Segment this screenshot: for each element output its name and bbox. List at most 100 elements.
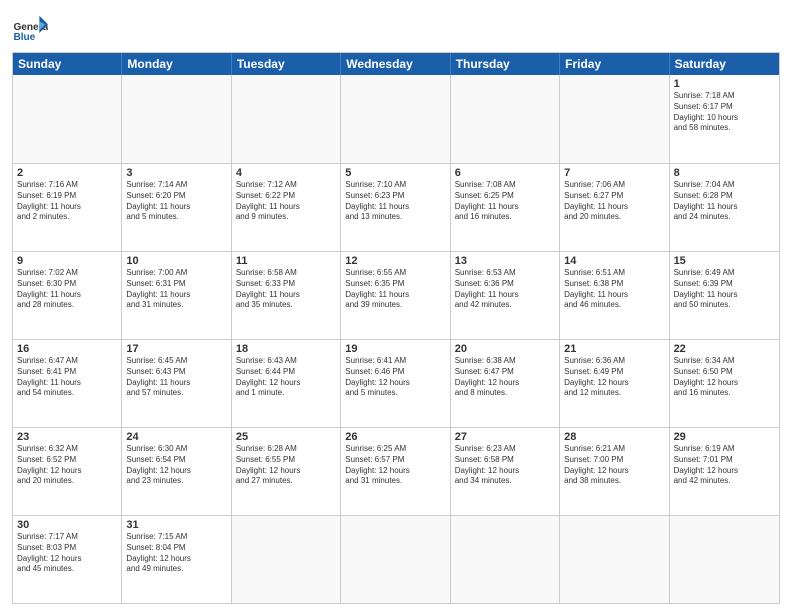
calendar-cell: 20Sunrise: 6:38 AMSunset: 6:47 PMDayligh…: [451, 340, 560, 427]
calendar-cell: [232, 516, 341, 603]
calendar-cell: 16Sunrise: 6:47 AMSunset: 6:41 PMDayligh…: [13, 340, 122, 427]
header-day-tuesday: Tuesday: [232, 53, 341, 75]
day-info: Sunrise: 6:55 AMSunset: 6:35 PMDaylight:…: [345, 268, 445, 311]
day-number: 9: [17, 255, 117, 267]
calendar-cell: 29Sunrise: 6:19 AMSunset: 7:01 PMDayligh…: [670, 428, 779, 515]
svg-text:Blue: Blue: [13, 32, 35, 43]
day-number: 21: [564, 343, 664, 355]
day-info: Sunrise: 6:21 AMSunset: 7:00 PMDaylight:…: [564, 444, 664, 487]
calendar-cell: [451, 516, 560, 603]
day-number: 30: [17, 519, 117, 531]
calendar-cell: [670, 516, 779, 603]
day-number: 26: [345, 431, 445, 443]
day-info: Sunrise: 7:02 AMSunset: 6:30 PMDaylight:…: [17, 268, 117, 311]
calendar-cell: [341, 75, 450, 163]
day-info: Sunrise: 7:17 AMSunset: 8:03 PMDaylight:…: [17, 532, 117, 575]
day-number: 6: [455, 167, 555, 179]
calendar-cell: [13, 75, 122, 163]
calendar-cell: 17Sunrise: 6:45 AMSunset: 6:43 PMDayligh…: [122, 340, 231, 427]
calendar-cell: 5Sunrise: 7:10 AMSunset: 6:23 PMDaylight…: [341, 164, 450, 251]
day-number: 25: [236, 431, 336, 443]
day-info: Sunrise: 6:19 AMSunset: 7:01 PMDaylight:…: [674, 444, 775, 487]
calendar-header: SundayMondayTuesdayWednesdayThursdayFrid…: [13, 53, 779, 75]
day-number: 16: [17, 343, 117, 355]
calendar-cell: [341, 516, 450, 603]
day-number: 4: [236, 167, 336, 179]
calendar-cell: 4Sunrise: 7:12 AMSunset: 6:22 PMDaylight…: [232, 164, 341, 251]
calendar-cell: [122, 75, 231, 163]
calendar-cell: 3Sunrise: 7:14 AMSunset: 6:20 PMDaylight…: [122, 164, 231, 251]
calendar-cell: 12Sunrise: 6:55 AMSunset: 6:35 PMDayligh…: [341, 252, 450, 339]
calendar-cell: 23Sunrise: 6:32 AMSunset: 6:52 PMDayligh…: [13, 428, 122, 515]
header-day-sunday: Sunday: [13, 53, 122, 75]
calendar-cell: 6Sunrise: 7:08 AMSunset: 6:25 PMDaylight…: [451, 164, 560, 251]
calendar-cell: 9Sunrise: 7:02 AMSunset: 6:30 PMDaylight…: [13, 252, 122, 339]
day-info: Sunrise: 6:41 AMSunset: 6:46 PMDaylight:…: [345, 356, 445, 399]
day-info: Sunrise: 6:30 AMSunset: 6:54 PMDaylight:…: [126, 444, 226, 487]
calendar-cell: [451, 75, 560, 163]
calendar-cell: 25Sunrise: 6:28 AMSunset: 6:55 PMDayligh…: [232, 428, 341, 515]
day-number: 23: [17, 431, 117, 443]
calendar-cell: 2Sunrise: 7:16 AMSunset: 6:19 PMDaylight…: [13, 164, 122, 251]
day-number: 18: [236, 343, 336, 355]
day-info: Sunrise: 7:15 AMSunset: 8:04 PMDaylight:…: [126, 532, 226, 575]
calendar-cell: 31Sunrise: 7:15 AMSunset: 8:04 PMDayligh…: [122, 516, 231, 603]
day-info: Sunrise: 6:32 AMSunset: 6:52 PMDaylight:…: [17, 444, 117, 487]
day-info: Sunrise: 6:28 AMSunset: 6:55 PMDaylight:…: [236, 444, 336, 487]
calendar: SundayMondayTuesdayWednesdayThursdayFrid…: [12, 52, 780, 604]
day-info: Sunrise: 7:00 AMSunset: 6:31 PMDaylight:…: [126, 268, 226, 311]
day-number: 17: [126, 343, 226, 355]
day-number: 12: [345, 255, 445, 267]
calendar-cell: 22Sunrise: 6:34 AMSunset: 6:50 PMDayligh…: [670, 340, 779, 427]
calendar-row-0: 1Sunrise: 7:18 AMSunset: 6:17 PMDaylight…: [13, 75, 779, 163]
calendar-cell: [560, 75, 669, 163]
calendar-cell: 15Sunrise: 6:49 AMSunset: 6:39 PMDayligh…: [670, 252, 779, 339]
day-number: 14: [564, 255, 664, 267]
calendar-cell: [560, 516, 669, 603]
calendar-row-3: 16Sunrise: 6:47 AMSunset: 6:41 PMDayligh…: [13, 339, 779, 427]
calendar-cell: 10Sunrise: 7:00 AMSunset: 6:31 PMDayligh…: [122, 252, 231, 339]
day-number: 19: [345, 343, 445, 355]
logo-icon: General Blue: [12, 10, 48, 46]
header-day-monday: Monday: [122, 53, 231, 75]
day-info: Sunrise: 7:06 AMSunset: 6:27 PMDaylight:…: [564, 180, 664, 223]
header-day-friday: Friday: [560, 53, 669, 75]
header-day-saturday: Saturday: [670, 53, 779, 75]
day-number: 13: [455, 255, 555, 267]
calendar-row-4: 23Sunrise: 6:32 AMSunset: 6:52 PMDayligh…: [13, 427, 779, 515]
calendar-cell: 30Sunrise: 7:17 AMSunset: 8:03 PMDayligh…: [13, 516, 122, 603]
day-info: Sunrise: 6:49 AMSunset: 6:39 PMDaylight:…: [674, 268, 775, 311]
calendar-cell: 13Sunrise: 6:53 AMSunset: 6:36 PMDayligh…: [451, 252, 560, 339]
calendar-row-2: 9Sunrise: 7:02 AMSunset: 6:30 PMDaylight…: [13, 251, 779, 339]
day-number: 31: [126, 519, 226, 531]
day-number: 7: [564, 167, 664, 179]
calendar-row-1: 2Sunrise: 7:16 AMSunset: 6:19 PMDaylight…: [13, 163, 779, 251]
calendar-cell: 27Sunrise: 6:23 AMSunset: 6:58 PMDayligh…: [451, 428, 560, 515]
day-number: 28: [564, 431, 664, 443]
day-number: 8: [674, 167, 775, 179]
day-number: 2: [17, 167, 117, 179]
day-number: 10: [126, 255, 226, 267]
day-number: 22: [674, 343, 775, 355]
calendar-cell: 21Sunrise: 6:36 AMSunset: 6:49 PMDayligh…: [560, 340, 669, 427]
day-number: 24: [126, 431, 226, 443]
day-info: Sunrise: 7:18 AMSunset: 6:17 PMDaylight:…: [674, 91, 775, 134]
day-number: 27: [455, 431, 555, 443]
day-info: Sunrise: 6:45 AMSunset: 6:43 PMDaylight:…: [126, 356, 226, 399]
calendar-cell: 24Sunrise: 6:30 AMSunset: 6:54 PMDayligh…: [122, 428, 231, 515]
day-info: Sunrise: 6:53 AMSunset: 6:36 PMDaylight:…: [455, 268, 555, 311]
day-number: 5: [345, 167, 445, 179]
calendar-body: 1Sunrise: 7:18 AMSunset: 6:17 PMDaylight…: [13, 75, 779, 603]
day-info: Sunrise: 6:38 AMSunset: 6:47 PMDaylight:…: [455, 356, 555, 399]
header: General Blue: [12, 10, 780, 46]
day-info: Sunrise: 7:08 AMSunset: 6:25 PMDaylight:…: [455, 180, 555, 223]
day-info: Sunrise: 7:04 AMSunset: 6:28 PMDaylight:…: [674, 180, 775, 223]
day-number: 3: [126, 167, 226, 179]
header-day-thursday: Thursday: [451, 53, 560, 75]
day-number: 1: [674, 78, 775, 90]
calendar-row-5: 30Sunrise: 7:17 AMSunset: 8:03 PMDayligh…: [13, 515, 779, 603]
day-info: Sunrise: 6:36 AMSunset: 6:49 PMDaylight:…: [564, 356, 664, 399]
day-info: Sunrise: 6:43 AMSunset: 6:44 PMDaylight:…: [236, 356, 336, 399]
header-day-wednesday: Wednesday: [341, 53, 450, 75]
day-number: 11: [236, 255, 336, 267]
